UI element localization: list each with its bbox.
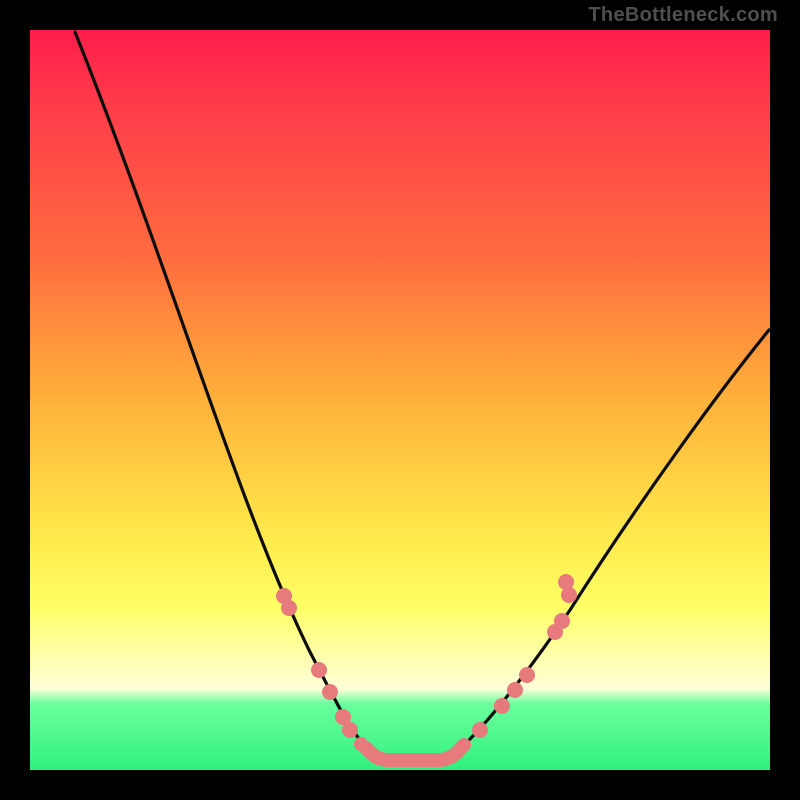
dot-right-mid-b (507, 682, 523, 698)
chart-frame: TheBottleneck.com (0, 0, 800, 800)
dot-right-low-b (472, 722, 488, 738)
dot-right-low-a (457, 738, 471, 752)
plot-area (30, 30, 770, 770)
dot-left-mid-a (311, 662, 327, 678)
dot-right-mid-c (519, 667, 535, 683)
dot-right-mid-a (494, 698, 510, 714)
chart-svg (30, 30, 770, 770)
dot-left-low-b (342, 722, 358, 738)
dot-left-low-c (354, 737, 368, 751)
bottleneck-bottom-segment (366, 748, 461, 760)
dot-right-top-b (554, 613, 570, 629)
dot-left-top-b (281, 600, 297, 616)
dot-left-mid-b (322, 684, 338, 700)
watermark-text: TheBottleneck.com (588, 4, 778, 27)
bottleneck-curve (75, 32, 769, 760)
dot-right-top-d (558, 574, 574, 590)
